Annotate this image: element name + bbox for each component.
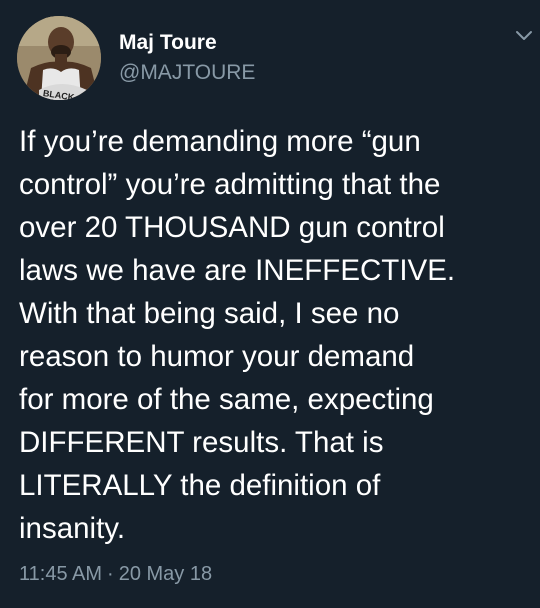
user-handle[interactable]: @MAJTOURE bbox=[119, 61, 255, 85]
tweet-text-line: If you’re demanding more “gun bbox=[19, 125, 421, 158]
tweet-text: If you’re demanding more “gun control” y… bbox=[19, 120, 529, 550]
tweet-timestamp[interactable]: 11:45 AM · 20 May 18 bbox=[19, 563, 212, 586]
tweet-text-line: LITERALLY the definition of bbox=[19, 469, 381, 502]
tweet-text-line: With that being said, I see no bbox=[19, 297, 400, 330]
avatar-image: BLACK bbox=[17, 16, 101, 100]
tweet-text-line: insanity. bbox=[19, 512, 126, 545]
timestamp-separator: · bbox=[107, 563, 114, 585]
display-name[interactable]: Maj Toure bbox=[119, 31, 217, 55]
tweet-text-line: control” you’re admitting that the bbox=[19, 168, 441, 201]
chevron-down-icon[interactable] bbox=[514, 28, 534, 44]
tweet-time: 11:45 AM bbox=[19, 563, 103, 585]
tweet-text-line: laws we have are INEFFECTIVE. bbox=[19, 254, 456, 287]
tweet-card: BLACK Maj Toure @MAJTOURE If you’re dema… bbox=[0, 0, 540, 608]
tweet-text-line: over 20 THOUSAND gun control bbox=[19, 211, 445, 244]
tweet-text-line: DIFFERENT results. That is bbox=[19, 426, 384, 459]
tweet-text-line: for more of the same, expecting bbox=[19, 383, 434, 416]
avatar[interactable]: BLACK bbox=[17, 16, 101, 100]
tweet-date: 20 May 18 bbox=[118, 563, 213, 585]
tweet-text-line: reason to humor your demand bbox=[19, 340, 415, 373]
